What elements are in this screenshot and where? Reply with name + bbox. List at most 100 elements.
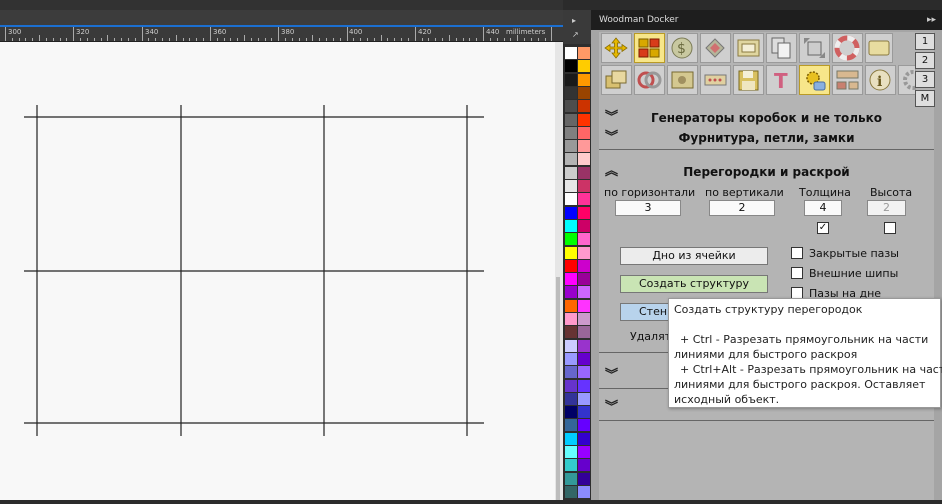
color-swatch[interactable] — [565, 180, 577, 192]
color-swatch[interactable] — [565, 326, 577, 339]
color-swatch[interactable] — [578, 326, 590, 339]
color-swatch[interactable] — [565, 299, 577, 312]
color-swatch[interactable] — [578, 193, 590, 206]
color-swatch[interactable] — [565, 113, 577, 126]
color-swatch[interactable] — [565, 273, 577, 286]
color-swatch[interactable] — [565, 166, 577, 179]
frame-box-icon[interactable] — [733, 33, 764, 63]
color-swatch[interactable] — [565, 47, 577, 59]
color-swatch[interactable] — [565, 219, 577, 232]
color-swatch[interactable] — [578, 299, 590, 312]
color-swatch[interactable] — [565, 419, 577, 432]
horizontal-count-input[interactable]: 3 — [615, 200, 681, 216]
drawing-canvas[interactable] — [0, 42, 555, 500]
color-swatch[interactable] — [578, 246, 590, 259]
vertical-count-input[interactable]: 2 — [709, 200, 775, 216]
color-swatch[interactable] — [578, 432, 590, 445]
color-swatch[interactable] — [578, 379, 590, 392]
color-swatch[interactable] — [565, 233, 577, 246]
color-swatch[interactable] — [578, 392, 590, 405]
copy-documents-icon[interactable] — [766, 33, 797, 63]
chevron-down-icon[interactable]: ︾ — [605, 398, 618, 418]
section-partitions-header[interactable]: ︽ Перегородки и раскрой — [599, 162, 934, 182]
floppy-save-icon[interactable] — [733, 65, 764, 95]
color-swatch[interactable] — [578, 273, 590, 286]
color-swatch[interactable] — [565, 366, 577, 379]
scroll-thumb[interactable] — [556, 277, 560, 500]
color-swatch[interactable] — [578, 140, 590, 153]
height-input[interactable]: 2 — [867, 200, 906, 216]
text-t-icon[interactable]: T — [766, 65, 797, 95]
color-swatch[interactable] — [565, 406, 577, 419]
color-swatch[interactable] — [565, 86, 577, 99]
color-swatch[interactable] — [578, 73, 590, 86]
side-tab-2[interactable]: 2 — [915, 52, 935, 69]
panel-box-icon[interactable] — [865, 33, 893, 63]
move-arrows-icon[interactable] — [601, 33, 632, 63]
section-generators-header[interactable]: ︾ Генераторы коробок и не только — [599, 108, 934, 128]
color-swatch[interactable] — [565, 126, 577, 139]
dollar-coin-icon[interactable]: $ — [667, 33, 698, 63]
color-swatch[interactable] — [578, 406, 590, 419]
palette-arrow-icon[interactable]: ▸ — [572, 16, 576, 25]
color-swatch[interactable] — [565, 193, 577, 206]
color-swatch[interactable] — [565, 100, 577, 113]
color-swatch[interactable] — [565, 153, 577, 166]
create-structure-button[interactable]: Создать структуру — [620, 275, 768, 293]
horizontal-ruler[interactable]: 300 320 340 360 380 400 420 440 millimet… — [0, 0, 563, 42]
color-swatch[interactable] — [578, 60, 590, 73]
expand-arrows-icon[interactable]: ▸▸ — [927, 10, 936, 30]
side-tab-1[interactable]: 1 — [915, 33, 935, 50]
color-swatch[interactable] — [565, 286, 577, 299]
chevron-down-icon[interactable]: ︾ — [605, 366, 618, 386]
photo-frame-icon[interactable] — [667, 65, 698, 95]
color-swatch[interactable] — [565, 379, 577, 392]
side-tab-3[interactable]: 3 — [915, 71, 935, 88]
color-swatch[interactable] — [578, 459, 590, 472]
color-swatch[interactable] — [565, 60, 577, 73]
color-swatch[interactable] — [565, 140, 577, 153]
color-swatch[interactable] — [578, 180, 590, 192]
color-swatch[interactable] — [578, 233, 590, 246]
color-swatch[interactable] — [578, 259, 590, 272]
ruler-dots-icon[interactable] — [700, 65, 731, 95]
color-swatch[interactable] — [578, 472, 590, 485]
puzzle-pieces-icon[interactable] — [700, 33, 731, 63]
section-hardware-header[interactable]: ︾ Фурнитура, петли, замки — [599, 128, 934, 148]
vertical-scrollbar[interactable] — [555, 42, 563, 500]
color-swatch[interactable] — [578, 166, 590, 179]
lifebuoy-icon[interactable] — [832, 33, 863, 63]
color-swatch[interactable] — [578, 47, 590, 59]
color-swatch[interactable] — [578, 113, 590, 126]
color-swatch[interactable] — [565, 392, 577, 405]
palette-pick-icon[interactable]: ↗ — [572, 30, 579, 39]
color-swatch[interactable] — [578, 313, 590, 325]
color-swatch[interactable] — [565, 472, 577, 485]
color-swatch[interactable] — [578, 219, 590, 232]
stack-layers-icon[interactable] — [601, 65, 632, 95]
color-swatch[interactable] — [578, 286, 590, 299]
color-swatch[interactable] — [565, 432, 577, 445]
settings-gear-icon[interactable] — [898, 65, 916, 95]
color-swatch[interactable] — [565, 206, 577, 219]
grid-blocks-icon[interactable] — [634, 33, 665, 63]
gear-hand-icon[interactable] — [799, 65, 830, 95]
color-swatch[interactable] — [578, 419, 590, 432]
outer-tenons-checkbox[interactable] — [791, 267, 803, 279]
thickness-input[interactable]: 4 — [804, 200, 842, 216]
color-swatch[interactable] — [565, 313, 577, 325]
dual-ring-icon[interactable] — [634, 65, 665, 95]
component-blocks-icon[interactable] — [832, 65, 863, 95]
color-swatch[interactable] — [565, 485, 577, 498]
info-circle-icon[interactable]: i — [865, 65, 896, 95]
color-swatch[interactable] — [578, 86, 590, 99]
color-swatch[interactable] — [565, 246, 577, 259]
color-swatch[interactable] — [578, 366, 590, 379]
color-palette[interactable]: ▸ ↗ — [563, 10, 591, 500]
color-swatch[interactable] — [578, 352, 590, 365]
color-swatch[interactable] — [565, 339, 577, 352]
color-swatch[interactable] — [565, 352, 577, 365]
color-swatch[interactable] — [578, 339, 590, 352]
color-swatch[interactable] — [565, 259, 577, 272]
chevron-up-icon[interactable]: ︽ — [605, 162, 618, 182]
